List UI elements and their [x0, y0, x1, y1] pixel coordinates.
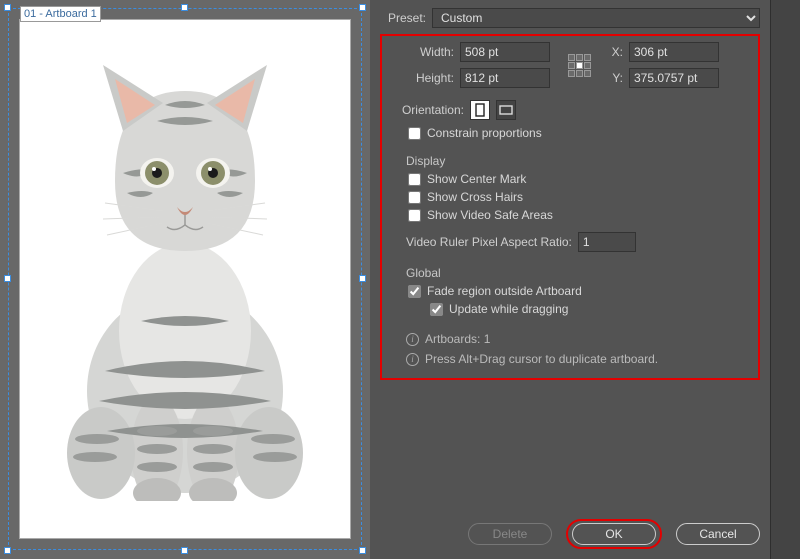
resize-handle-ml[interactable]: [4, 275, 11, 282]
show-center-mark-label: Show Center Mark: [427, 172, 526, 186]
y-input[interactable]: [629, 68, 719, 88]
fade-region-checkbox[interactable]: [408, 285, 421, 298]
update-while-dragging-checkbox[interactable]: [430, 303, 443, 316]
artboard-label[interactable]: 01 - Artboard 1: [20, 6, 101, 22]
height-input[interactable]: [460, 68, 550, 88]
artwork-cat: [45, 61, 325, 506]
dialog-footer: Delete OK Cancel: [468, 519, 760, 549]
show-center-mark-checkbox[interactable]: [408, 173, 421, 186]
height-label: Height:: [390, 71, 454, 85]
artboard-selection[interactable]: 01 - Artboard 1: [8, 8, 362, 550]
video-ratio-input[interactable]: [578, 232, 636, 252]
show-video-safe-label: Show Video Safe Areas: [427, 208, 553, 222]
resize-handle-tr[interactable]: [359, 4, 366, 11]
width-label: Width:: [390, 45, 454, 59]
resize-handle-bm[interactable]: [181, 547, 188, 554]
delete-button: Delete: [468, 523, 552, 545]
fade-region-label: Fade region outside Artboard: [427, 284, 582, 298]
x-label: X:: [609, 45, 623, 59]
resize-handle-tm[interactable]: [181, 4, 188, 11]
global-section-title: Global: [406, 266, 750, 280]
artboard-options-panel: Preset: Custom Width: Height:: [370, 0, 800, 559]
resize-handle-mr[interactable]: [359, 275, 366, 282]
show-video-safe-checkbox[interactable]: [408, 209, 421, 222]
show-cross-hairs-label: Show Cross Hairs: [427, 190, 523, 204]
artboard[interactable]: [20, 20, 350, 538]
resize-handle-br[interactable]: [359, 547, 366, 554]
resize-handle-bl[interactable]: [4, 547, 11, 554]
info-icon: i: [406, 353, 419, 366]
portrait-icon: [475, 103, 485, 117]
x-input[interactable]: [629, 42, 719, 62]
info-icon: i: [406, 333, 419, 346]
resize-handle-tl[interactable]: [4, 4, 11, 11]
preset-label: Preset:: [380, 11, 426, 25]
constrain-proportions-label: Constrain proportions: [427, 126, 542, 140]
orientation-portrait-button[interactable]: [470, 100, 490, 120]
preset-select[interactable]: Custom: [432, 8, 760, 28]
landscape-icon: [499, 105, 513, 115]
reference-point-grid[interactable]: [568, 54, 591, 77]
right-dock-strip: [770, 0, 800, 559]
constrain-proportions-checkbox[interactable]: [408, 127, 421, 140]
ok-button[interactable]: OK: [572, 523, 656, 545]
artboard-count-info: Artboards: 1: [425, 332, 490, 346]
orientation-landscape-button[interactable]: [496, 100, 516, 120]
update-while-dragging-label: Update while dragging: [449, 302, 568, 316]
display-section-title: Display: [406, 154, 750, 168]
video-ratio-label: Video Ruler Pixel Aspect Ratio:: [406, 235, 572, 249]
width-input[interactable]: [460, 42, 550, 62]
ok-button-highlight: OK: [566, 519, 662, 549]
orientation-label: Orientation:: [390, 103, 464, 117]
highlighted-settings-region: Width: Height: X:: [380, 34, 760, 380]
y-label: Y:: [609, 71, 623, 85]
duplicate-hint-info: Press Alt+Drag cursor to duplicate artbo…: [425, 352, 658, 366]
canvas-workspace: 01 - Artboard 1: [0, 0, 370, 559]
cancel-button[interactable]: Cancel: [676, 523, 760, 545]
show-cross-hairs-checkbox[interactable]: [408, 191, 421, 204]
